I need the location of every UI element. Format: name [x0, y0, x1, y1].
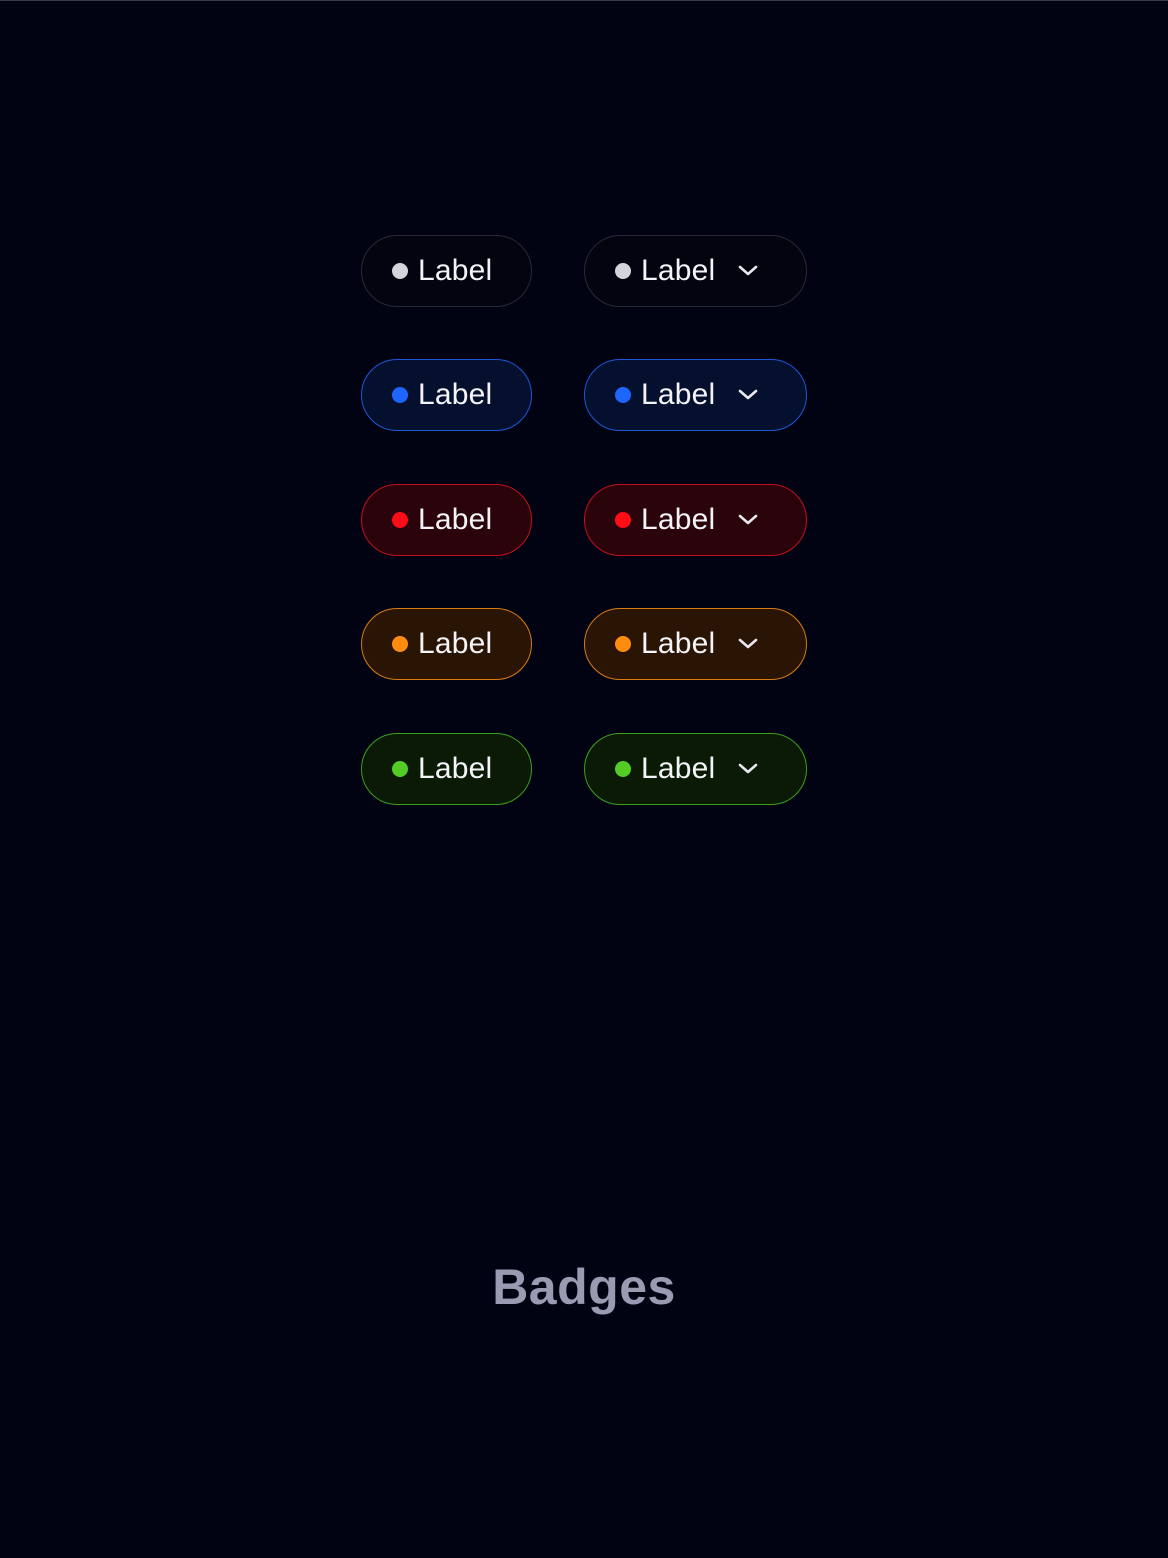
badge-label: Label [418, 254, 493, 287]
status-dot-icon [392, 636, 408, 652]
badge-label: Label [641, 627, 716, 660]
badge-label: Label [418, 752, 493, 785]
badge-dropdown-neutral[interactable]: Label [584, 235, 807, 307]
badge-dropdown-blue[interactable]: Label [584, 359, 807, 431]
status-dot-icon [615, 263, 631, 279]
status-dot-icon [615, 387, 631, 403]
badge-dropdown-green[interactable]: Label [584, 733, 807, 805]
status-dot-icon [392, 263, 408, 279]
chevron-down-icon [739, 389, 758, 400]
chevron-down-icon [739, 763, 758, 774]
badge-neutral[interactable]: Label [361, 235, 532, 307]
top-divider [0, 0, 1168, 1]
chevron-down-icon [739, 638, 758, 649]
badge-dropdown-red[interactable]: Label [584, 484, 807, 556]
status-dot-icon [392, 387, 408, 403]
chevron-down-icon [739, 265, 758, 276]
badge-dropdown-orange[interactable]: Label [584, 608, 807, 680]
status-dot-icon [392, 512, 408, 528]
badge-blue[interactable]: Label [361, 359, 532, 431]
badge-label: Label [641, 503, 716, 536]
chevron-down-icon [739, 514, 758, 525]
badge-label: Label [418, 378, 493, 411]
badge-orange[interactable]: Label [361, 608, 532, 680]
badge-red[interactable]: Label [361, 484, 532, 556]
badge-label: Label [641, 378, 716, 411]
badge-label: Label [641, 752, 716, 785]
status-dot-icon [615, 761, 631, 777]
badge-label: Label [641, 254, 716, 287]
badge-label: Label [418, 503, 493, 536]
status-dot-icon [615, 636, 631, 652]
badge-label: Label [418, 627, 493, 660]
page-title: Badges [492, 1259, 676, 1315]
badge-green[interactable]: Label [361, 733, 532, 805]
status-dot-icon [615, 512, 631, 528]
status-dot-icon [392, 761, 408, 777]
